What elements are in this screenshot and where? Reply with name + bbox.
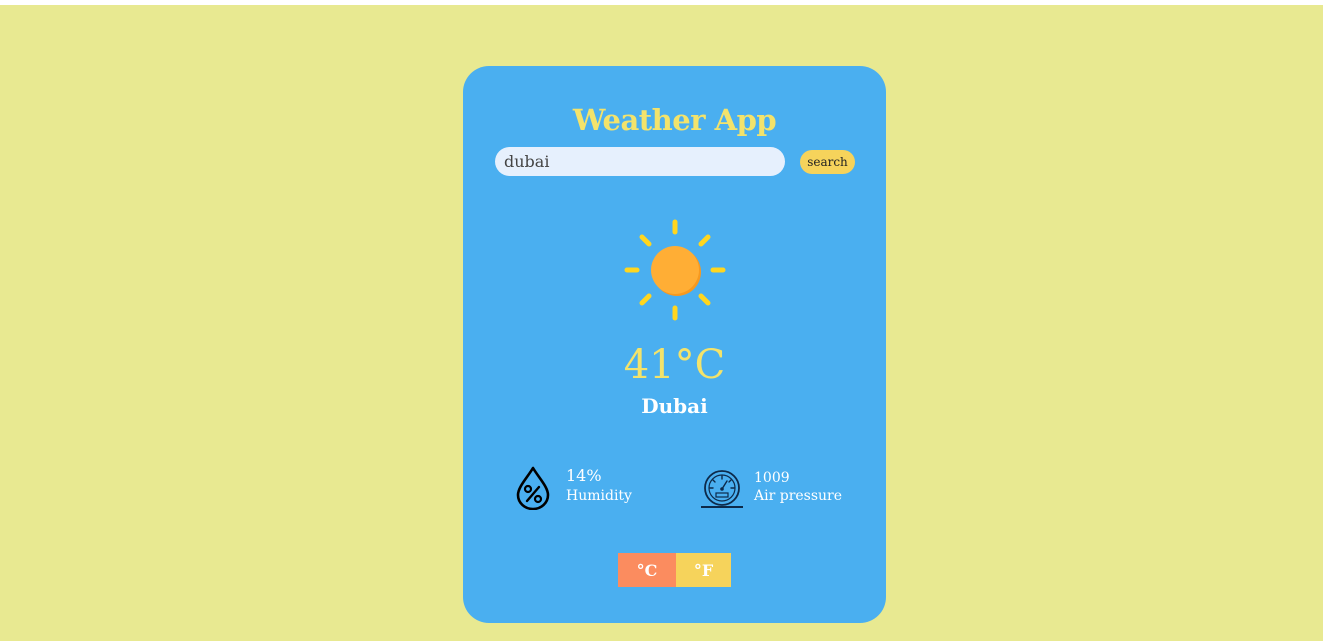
page-background: Weather App search 41°C Dubai	[0, 5, 1323, 641]
sun-icon	[624, 219, 726, 321]
humidity-value: 14%	[566, 466, 602, 485]
gauge-icon	[701, 470, 743, 508]
humidity-label: Humidity	[566, 488, 632, 504]
celsius-button[interactable]: °C	[618, 553, 676, 587]
weather-card: Weather App search 41°C Dubai	[463, 66, 886, 623]
pressure-label: Air pressure	[754, 488, 843, 504]
search-button[interactable]: search	[800, 150, 855, 174]
city-name: Dubai	[641, 394, 708, 418]
humidity-drop-icon	[516, 466, 550, 510]
search-input[interactable]	[495, 147, 785, 176]
app-title: Weather App	[572, 103, 777, 137]
fahrenheit-button[interactable]: °F	[676, 553, 731, 587]
pressure-value: 1009	[754, 470, 790, 486]
temperature: 41°C	[623, 342, 726, 388]
